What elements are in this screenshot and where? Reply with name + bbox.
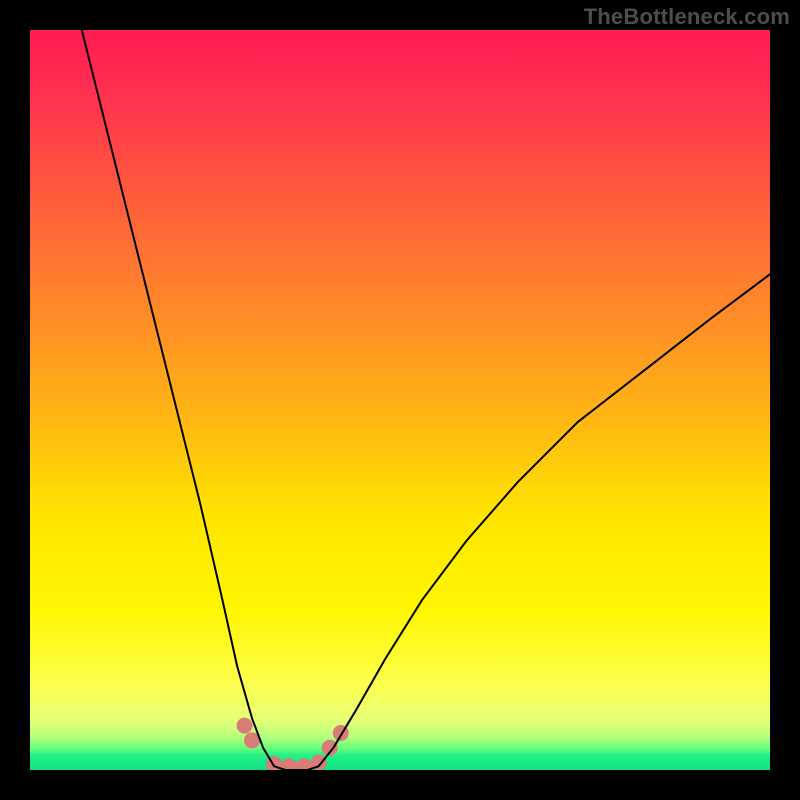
- plot-area: [30, 30, 770, 770]
- curve-layer: [82, 30, 770, 770]
- bottleneck-curve: [82, 30, 770, 770]
- marker-layer: [237, 718, 349, 770]
- chart-frame: TheBottleneck.com: [0, 0, 800, 800]
- trough-marker: [237, 718, 253, 734]
- trough-marker: [281, 758, 297, 770]
- trough-marker: [296, 758, 312, 770]
- watermark-text: TheBottleneck.com: [584, 4, 790, 30]
- chart-svg: [30, 30, 770, 770]
